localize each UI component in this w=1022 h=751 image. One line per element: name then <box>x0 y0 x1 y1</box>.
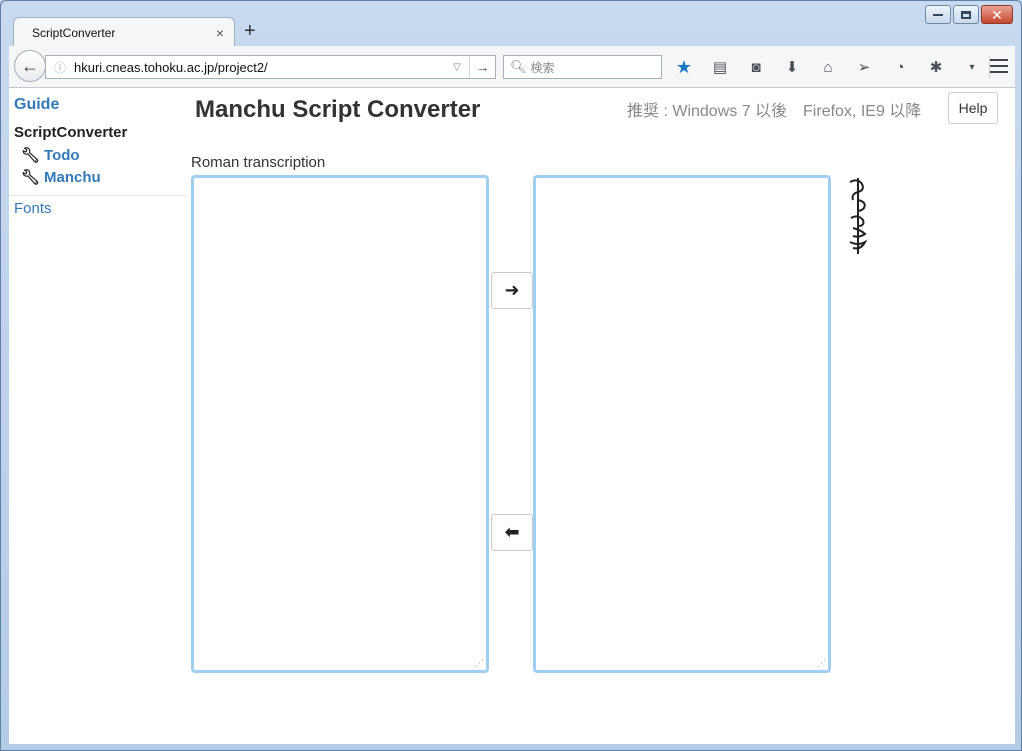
url-text[interactable]: hkuri.cneas.tohoku.ac.jp/project2/ <box>74 60 445 75</box>
maximize-icon <box>961 10 971 19</box>
recommendation-text: 推奨 : Windows 7 以後 Firefox, IE9 以降 <box>627 103 922 120</box>
browser-window: ✕ ScriptConverter × + ⓘ hkuri.cneas.toho… <box>0 0 1022 751</box>
url-bar[interactable]: ⓘ hkuri.cneas.tohoku.ac.jp/project2/ ▽ → <box>45 55 496 79</box>
roman-transcription-label: Roman transcription <box>191 154 326 171</box>
sidebar-item-todo[interactable]: 🔧︎ Todo <box>21 146 80 165</box>
tab-title: ScriptConverter <box>32 25 116 40</box>
minimize-icon <box>933 13 943 16</box>
roman-input[interactable]: ⋰ <box>191 175 489 673</box>
star-icon[interactable]: ★ <box>671 56 697 78</box>
send-icon[interactable]: ➢ <box>851 56 877 78</box>
sidebar-item-fonts[interactable]: Fonts <box>14 200 52 217</box>
minimize-button[interactable] <box>925 5 951 24</box>
pocket-icon[interactable]: ◙ <box>743 56 769 78</box>
back-button[interactable]: ← <box>14 50 46 82</box>
search-icon: 🔍︎ <box>510 59 527 74</box>
reading-list-icon[interactable]: ▤ <box>707 56 733 78</box>
download-icon[interactable]: ⬇ <box>779 56 805 78</box>
convert-to-manchu-button[interactable]: ➜ <box>491 272 533 309</box>
search-placeholder: 検索 <box>530 60 555 75</box>
tab-scriptconverter[interactable]: ScriptConverter × <box>13 17 235 47</box>
new-tab-button[interactable]: + <box>244 21 256 41</box>
close-icon: ✕ <box>991 6 1003 23</box>
page-title: Manchu Script Converter <box>195 96 481 123</box>
extension-icon[interactable]: ✱ <box>923 56 949 78</box>
resize-grip-icon[interactable]: ⋰ <box>475 659 484 668</box>
tab-close-icon[interactable]: × <box>216 25 224 41</box>
maximize-button[interactable] <box>953 5 979 24</box>
wrench-icon: 🔧︎ <box>21 147 41 164</box>
sidebar-item-guide[interactable]: Guide <box>14 96 59 114</box>
url-dropdown-icon[interactable]: ▽ <box>445 62 469 73</box>
resize-grip-icon[interactable]: ⋰ <box>817 659 826 668</box>
close-window-button[interactable]: ✕ <box>981 5 1013 24</box>
wrench-icon: 🔧︎ <box>21 169 41 186</box>
sidebar-item-label: Manchu <box>44 168 101 186</box>
manchu-input[interactable]: ⋰ <box>533 175 831 673</box>
go-arrow-icon[interactable]: → <box>469 56 495 78</box>
sidebar-divider <box>9 195 187 196</box>
back-arrow-icon: ← <box>21 55 39 76</box>
nav-toolbar: ⓘ hkuri.cneas.tohoku.ac.jp/project2/ ▽ →… <box>9 46 1015 88</box>
sidebar-item-scriptconverter: ScriptConverter <box>14 124 128 141</box>
menu-icon[interactable] <box>989 57 1009 75</box>
info-icon[interactable]: ⓘ <box>46 59 74 76</box>
help-button[interactable]: Help <box>948 92 998 124</box>
toolbar-icons: ★ ▤ ◙ ⬇ ⌂ ➢ ◔ ✱ ▾ <box>671 56 998 78</box>
page-content: Guide ScriptConverter 🔧︎ Todo 🔧︎ Manchu … <box>9 88 1015 744</box>
manchu-script-label-icon <box>849 178 868 254</box>
extension-dropdown-icon[interactable]: ▾ <box>959 56 985 78</box>
convert-to-roman-button[interactable]: ⬅ <box>491 514 533 551</box>
sidebar-item-label: Todo <box>44 146 80 164</box>
history-icon[interactable]: ◔ <box>887 56 913 78</box>
window-controls: ✕ <box>925 5 1013 24</box>
sidebar-item-manchu[interactable]: 🔧︎ Manchu <box>21 168 101 187</box>
home-icon[interactable]: ⌂ <box>815 56 841 78</box>
search-input[interactable]: 🔍︎ 検索 <box>503 55 662 79</box>
